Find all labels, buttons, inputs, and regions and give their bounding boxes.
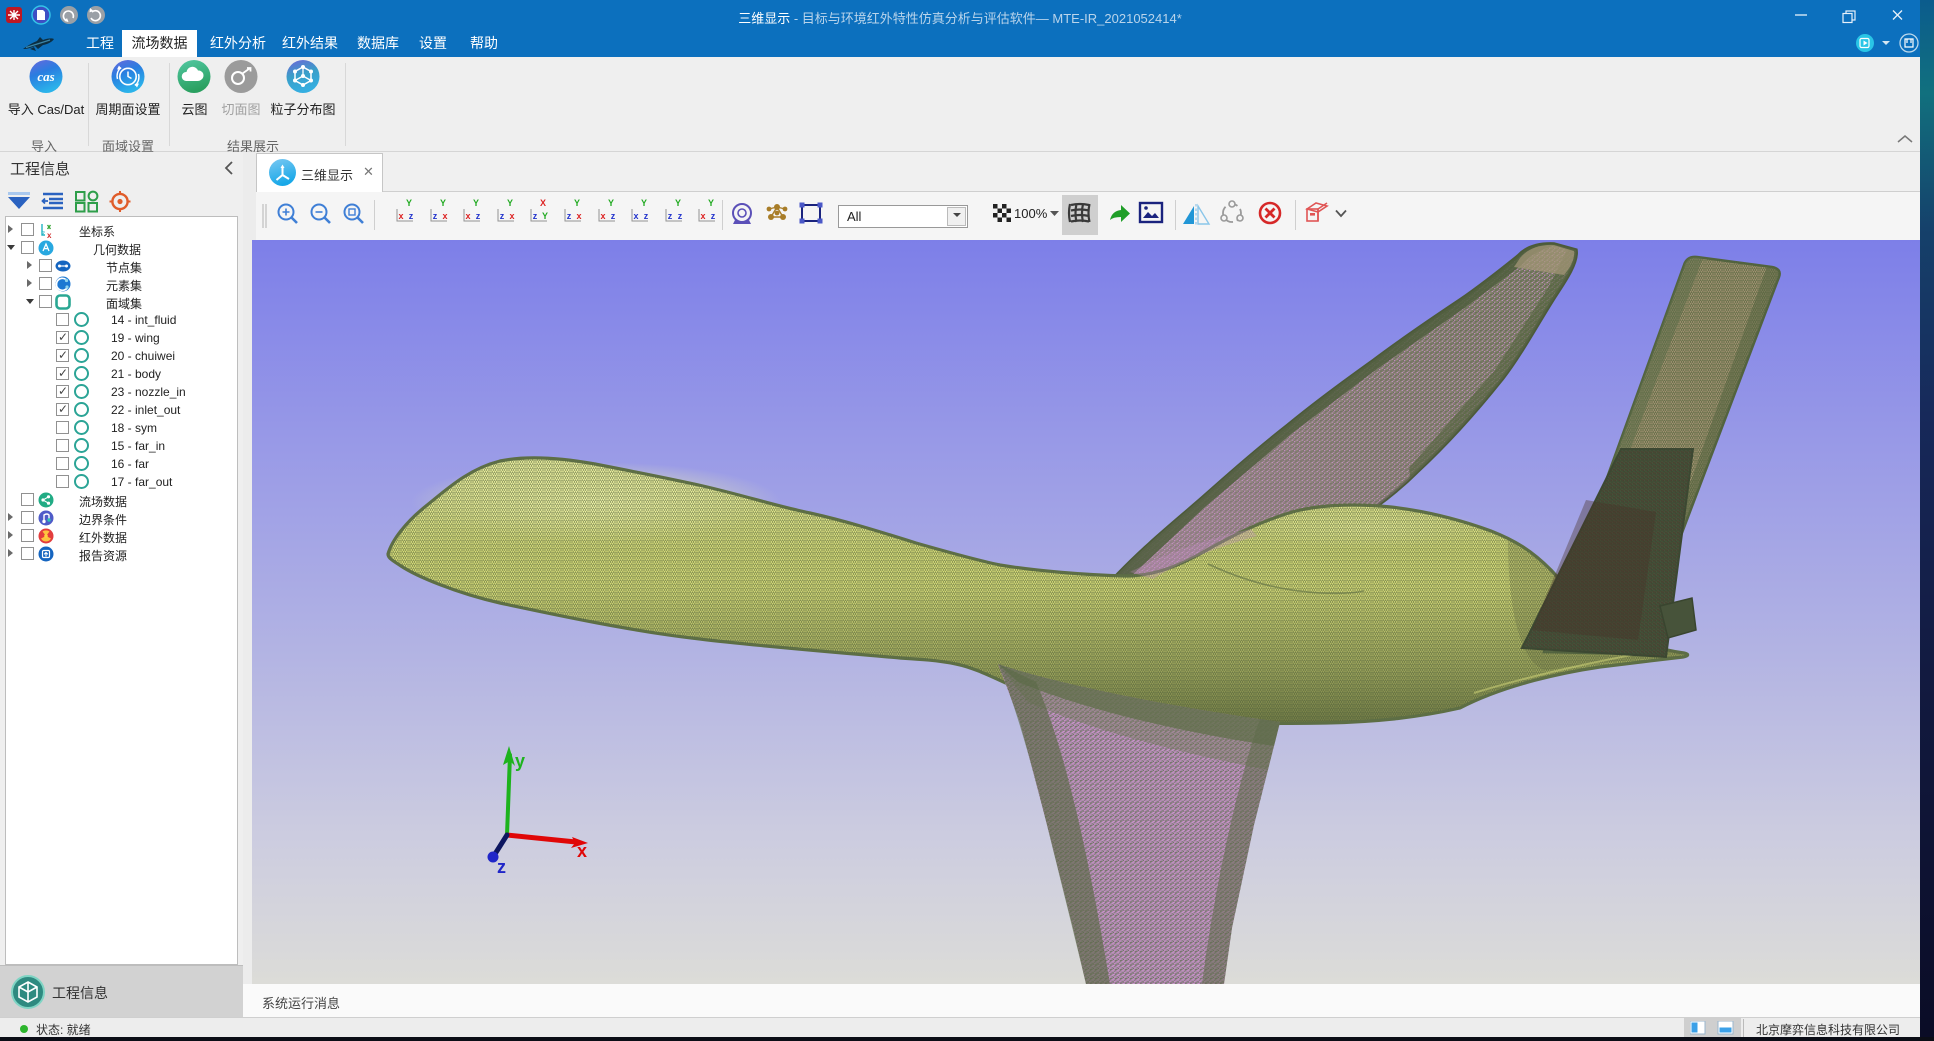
svg-text:x: x (633, 211, 638, 221)
svg-text:z: z (409, 211, 414, 221)
svg-text:cas: cas (37, 69, 54, 84)
svg-text:z: z (611, 211, 616, 221)
svg-text:z: z (668, 211, 673, 221)
svg-text:Y: Y (507, 198, 513, 208)
svg-text:Y: Y (708, 198, 714, 208)
svg-text:z: z (644, 211, 649, 221)
svg-text:x: x (509, 211, 514, 221)
svg-text:Y: Y (574, 198, 580, 208)
svg-text:x: x (576, 211, 581, 221)
svg-text:Y: Y (473, 198, 479, 208)
svg-text:z: z (433, 211, 438, 221)
svg-text:Y: Y (641, 198, 647, 208)
svg-text:Y: Y (675, 198, 681, 208)
svg-text:Y: Y (406, 198, 412, 208)
svg-text:100%: 100% (1014, 206, 1048, 221)
svg-text:z: z (567, 211, 572, 221)
svg-text:x: x (600, 211, 605, 221)
svg-text:Y: Y (608, 198, 614, 208)
svg-text:z: z (497, 857, 506, 877)
svg-text:x: x (577, 841, 587, 861)
svg-text:z: z (678, 211, 683, 221)
svg-text:z: z (500, 211, 505, 221)
svg-text:Y: Y (542, 211, 548, 221)
svg-text:x: x (442, 211, 447, 221)
svg-text:x: x (700, 211, 705, 221)
svg-text:X: X (540, 198, 546, 208)
svg-text:x: x (465, 211, 470, 221)
svg-text:x: x (398, 211, 403, 221)
svg-text:y: y (515, 751, 525, 771)
svg-text:z: z (711, 211, 716, 221)
svg-text:z: z (476, 211, 481, 221)
svg-text:z: z (42, 231, 46, 238)
svg-text:Y: Y (440, 198, 446, 208)
svg-text:x: x (47, 231, 52, 238)
svg-text:z: z (533, 211, 538, 221)
